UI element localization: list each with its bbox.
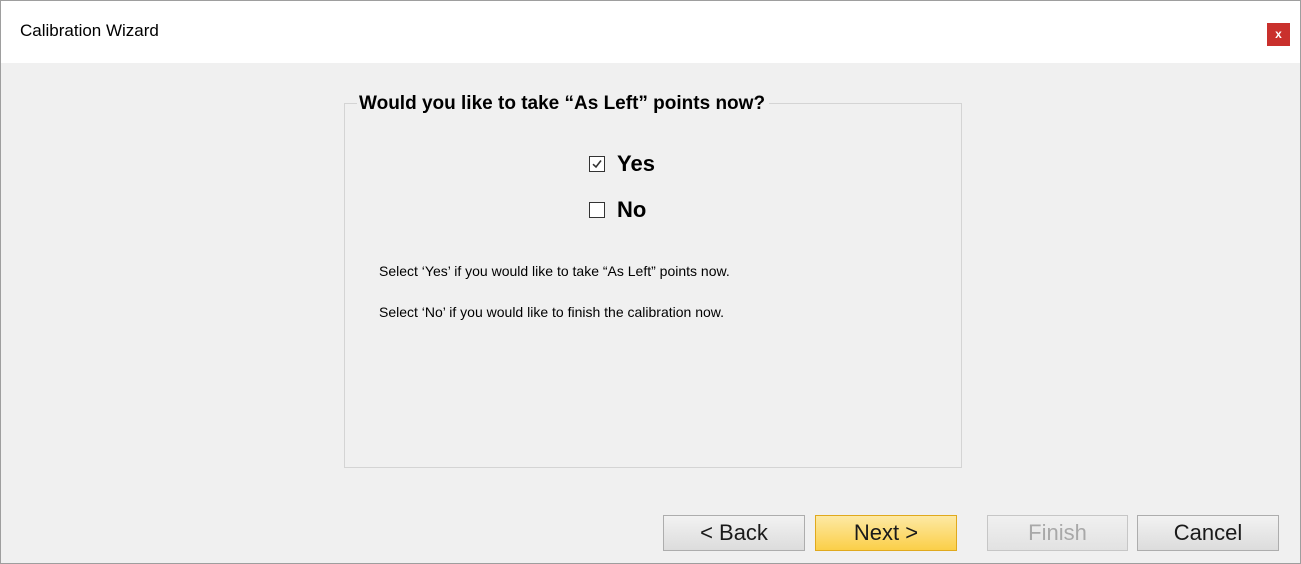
window-title: Calibration Wizard (20, 21, 159, 40)
cancel-button[interactable]: Cancel (1137, 515, 1279, 551)
finish-button: Finish (987, 515, 1128, 551)
no-checkbox[interactable] (589, 202, 605, 218)
yes-option[interactable]: Yes (587, 150, 655, 178)
group-heading: Would you like to take “As Left” points … (357, 93, 770, 115)
next-button[interactable]: Next > (815, 515, 957, 551)
check-icon (592, 160, 602, 169)
yes-checkbox[interactable] (589, 156, 605, 172)
back-button[interactable]: < Back (663, 515, 805, 551)
info-text-yes: Select ‘Yes’ if you would like to take “… (379, 263, 730, 279)
yes-label: Yes (617, 151, 655, 176)
info-text-no: Select ‘No’ if you would like to finish … (379, 304, 724, 320)
title-bar: Calibration Wizard x (1, 1, 1300, 63)
close-button[interactable]: x (1267, 23, 1290, 46)
no-option[interactable]: No (587, 196, 646, 224)
no-label: No (617, 197, 647, 222)
